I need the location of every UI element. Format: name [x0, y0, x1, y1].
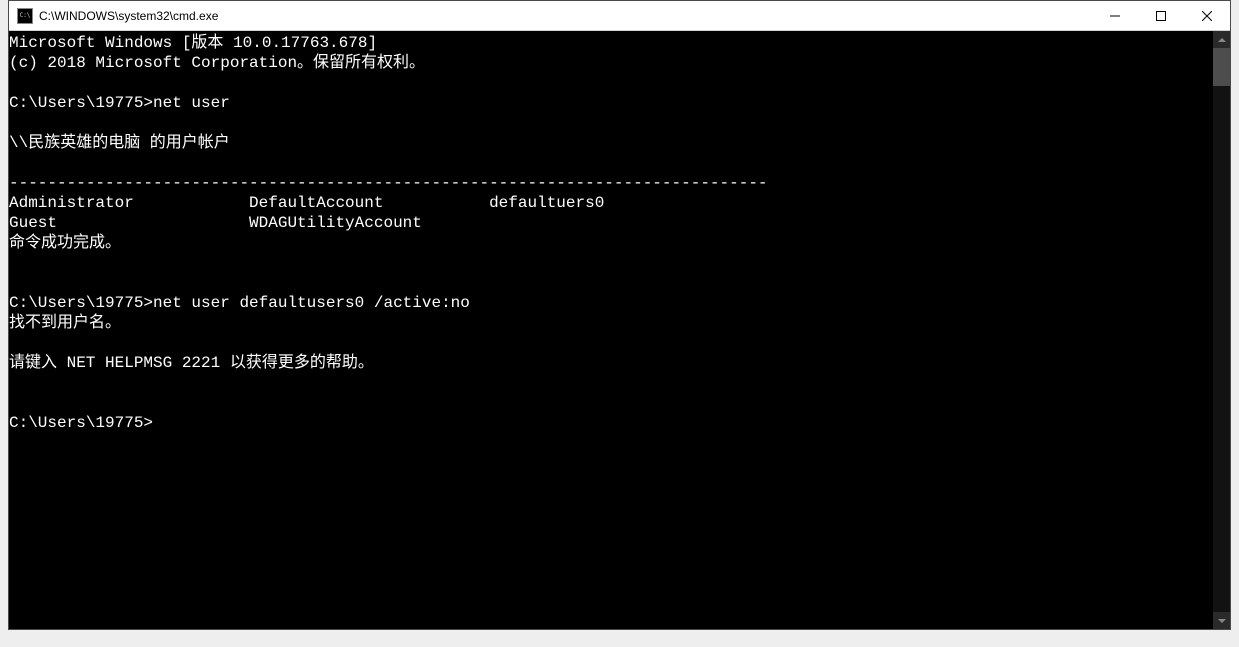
scroll-down-button[interactable]	[1213, 612, 1230, 629]
cmd-window: C:\WINDOWS\system32\cmd.exe Microsoft Wi…	[8, 0, 1231, 630]
close-icon	[1202, 11, 1212, 21]
maximize-icon	[1156, 11, 1166, 21]
maximize-button[interactable]	[1138, 1, 1184, 30]
terminal-output[interactable]: Microsoft Windows [版本 10.0.17763.678] (c…	[9, 31, 1213, 629]
window-title: C:\WINDOWS\system32\cmd.exe	[39, 9, 1092, 23]
titlebar[interactable]: C:\WINDOWS\system32\cmd.exe	[9, 1, 1230, 31]
scroll-thumb[interactable]	[1213, 48, 1230, 86]
minimize-button[interactable]	[1092, 1, 1138, 30]
scroll-up-button[interactable]	[1213, 31, 1230, 48]
app-icon	[17, 8, 33, 24]
terminal-area: Microsoft Windows [版本 10.0.17763.678] (c…	[9, 31, 1230, 629]
minimize-icon	[1110, 11, 1120, 21]
window-controls	[1092, 1, 1230, 30]
close-button[interactable]	[1184, 1, 1230, 30]
scrollbar[interactable]	[1213, 31, 1230, 629]
